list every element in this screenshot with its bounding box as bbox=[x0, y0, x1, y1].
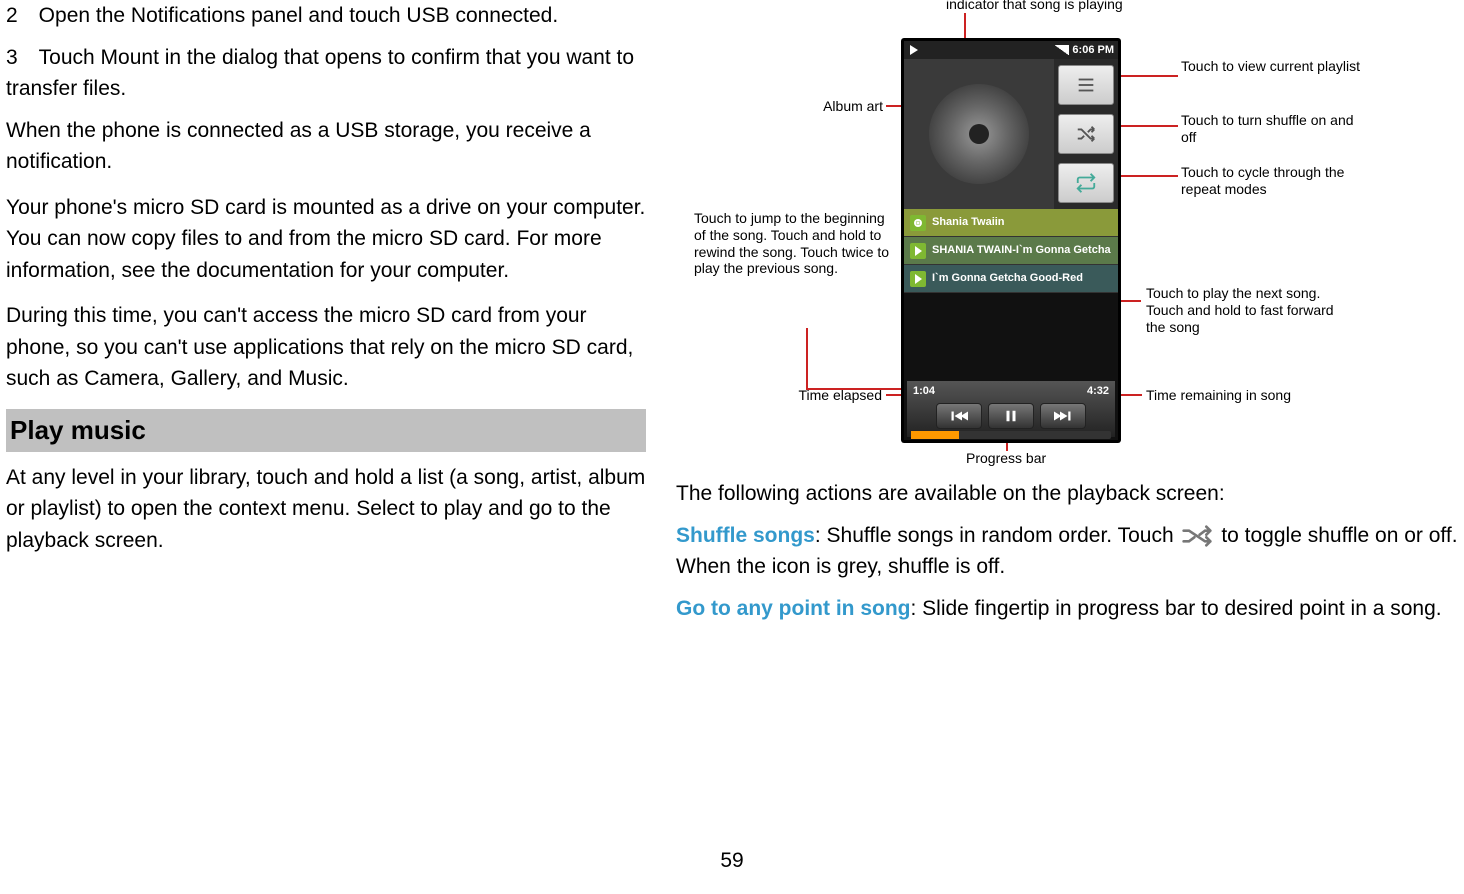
usb-storage-note: When the phone is connected as a USB sto… bbox=[6, 115, 646, 178]
callout-shuffle: Touch to turn shuffle on and off bbox=[1181, 112, 1361, 146]
repeat-button[interactable] bbox=[1058, 163, 1114, 203]
album-art[interactable] bbox=[904, 59, 1054, 209]
sd-access-warning: During this time, you can't access the m… bbox=[6, 300, 646, 395]
actions-intro: The following actions are available on t… bbox=[676, 478, 1458, 510]
callout-progress: Progress bar bbox=[966, 450, 1086, 467]
line-playlist bbox=[1120, 75, 1178, 77]
track-album: SHANIA TWAIN-I`m Gonna Getcha bbox=[932, 242, 1111, 259]
line-jump-v bbox=[806, 328, 808, 388]
track-row-album[interactable]: SHANIA TWAIN-I`m Gonna Getcha bbox=[904, 237, 1118, 265]
next-icon bbox=[1054, 409, 1072, 423]
phone-screen: 6:06 PM bbox=[904, 41, 1118, 440]
callout-playlist: Touch to view current playlist bbox=[1181, 58, 1361, 75]
playback-controls: 1:04 4:32 bbox=[907, 381, 1115, 437]
callout-remaining: Time remaining in song bbox=[1146, 387, 1356, 404]
callout-album-art: Album art bbox=[801, 98, 883, 115]
page-number: 59 bbox=[0, 845, 1464, 877]
progress-fill bbox=[911, 431, 959, 439]
callout-jump: Touch to jump to the beginning of the so… bbox=[694, 210, 894, 277]
status-bar: 6:06 PM bbox=[904, 41, 1118, 59]
shuffle-action-title: Shuffle songs bbox=[676, 524, 815, 547]
shuffle-inline-icon bbox=[1179, 524, 1215, 548]
track-row-song[interactable]: I`m Gonna Getcha Good-Red bbox=[904, 265, 1118, 293]
artist-icon bbox=[910, 215, 926, 231]
callout-indicator: indicator that song is playing bbox=[946, 0, 1146, 13]
pause-button[interactable] bbox=[988, 403, 1034, 429]
playlist-button[interactable] bbox=[1058, 65, 1114, 105]
prev-button[interactable] bbox=[936, 403, 982, 429]
phone-mockup: 6:06 PM bbox=[901, 38, 1121, 443]
line-shuffle bbox=[1120, 125, 1178, 127]
right-column: indicator that song is playing Album art… bbox=[676, 0, 1458, 634]
prev-icon bbox=[950, 409, 968, 423]
goto-action-text: : Slide fingertip in progress bar to des… bbox=[910, 597, 1441, 620]
playback-diagram: indicator that song is playing Album art… bbox=[676, 0, 1376, 470]
status-time: 6:06 PM bbox=[1072, 42, 1114, 59]
album-icon bbox=[910, 243, 926, 259]
status-right: 6:06 PM bbox=[1055, 42, 1114, 59]
time-row: 1:04 4:32 bbox=[907, 381, 1115, 401]
left-column: 2 Open the Notifications panel and touch… bbox=[6, 0, 646, 634]
callout-next: Touch to play the next song. Touch and h… bbox=[1146, 285, 1356, 335]
song-icon bbox=[910, 271, 926, 287]
shuffle-button[interactable] bbox=[1058, 114, 1114, 154]
control-button-row bbox=[907, 403, 1115, 429]
callout-repeat: Touch to cycle through the repeat modes bbox=[1181, 164, 1361, 198]
sd-mounted-note: Your phone's micro SD card is mounted as… bbox=[6, 192, 646, 287]
cd-icon bbox=[929, 84, 1029, 184]
line-repeat bbox=[1120, 175, 1178, 177]
step-3: 3 Touch Mount in the dialog that opens t… bbox=[6, 42, 646, 105]
section-play-music: Play music bbox=[6, 409, 646, 452]
track-song: I`m Gonna Getcha Good-Red bbox=[932, 270, 1083, 287]
page-columns: 2 Open the Notifications panel and touch… bbox=[0, 0, 1464, 634]
album-row bbox=[904, 59, 1118, 209]
time-remaining: 4:32 bbox=[1087, 383, 1109, 400]
shuffle-icon bbox=[1075, 123, 1097, 145]
goto-action-title: Go to any point in song bbox=[676, 597, 910, 620]
play-music-body: At any level in your library, touch and … bbox=[6, 462, 646, 557]
side-buttons bbox=[1054, 59, 1118, 209]
next-button[interactable] bbox=[1040, 403, 1086, 429]
step-2: 2 Open the Notifications panel and touch… bbox=[6, 0, 646, 32]
repeat-icon bbox=[1075, 172, 1097, 194]
track-row-artist[interactable]: Shania Twaiin bbox=[904, 209, 1118, 237]
time-elapsed: 1:04 bbox=[913, 383, 935, 400]
progress-bar[interactable] bbox=[911, 431, 1111, 439]
playlist-icon bbox=[1075, 74, 1097, 96]
shuffle-action: Shuffle songs: Shuffle songs in random o… bbox=[676, 520, 1458, 583]
signal-icon bbox=[1055, 45, 1069, 55]
pause-icon bbox=[1002, 409, 1020, 423]
playing-indicator-icon bbox=[910, 45, 918, 55]
track-artist: Shania Twaiin bbox=[932, 214, 1005, 231]
shuffle-action-text1: : Shuffle songs in random order. Touch bbox=[815, 524, 1174, 547]
goto-action: Go to any point in song: Slide fingertip… bbox=[676, 593, 1458, 625]
